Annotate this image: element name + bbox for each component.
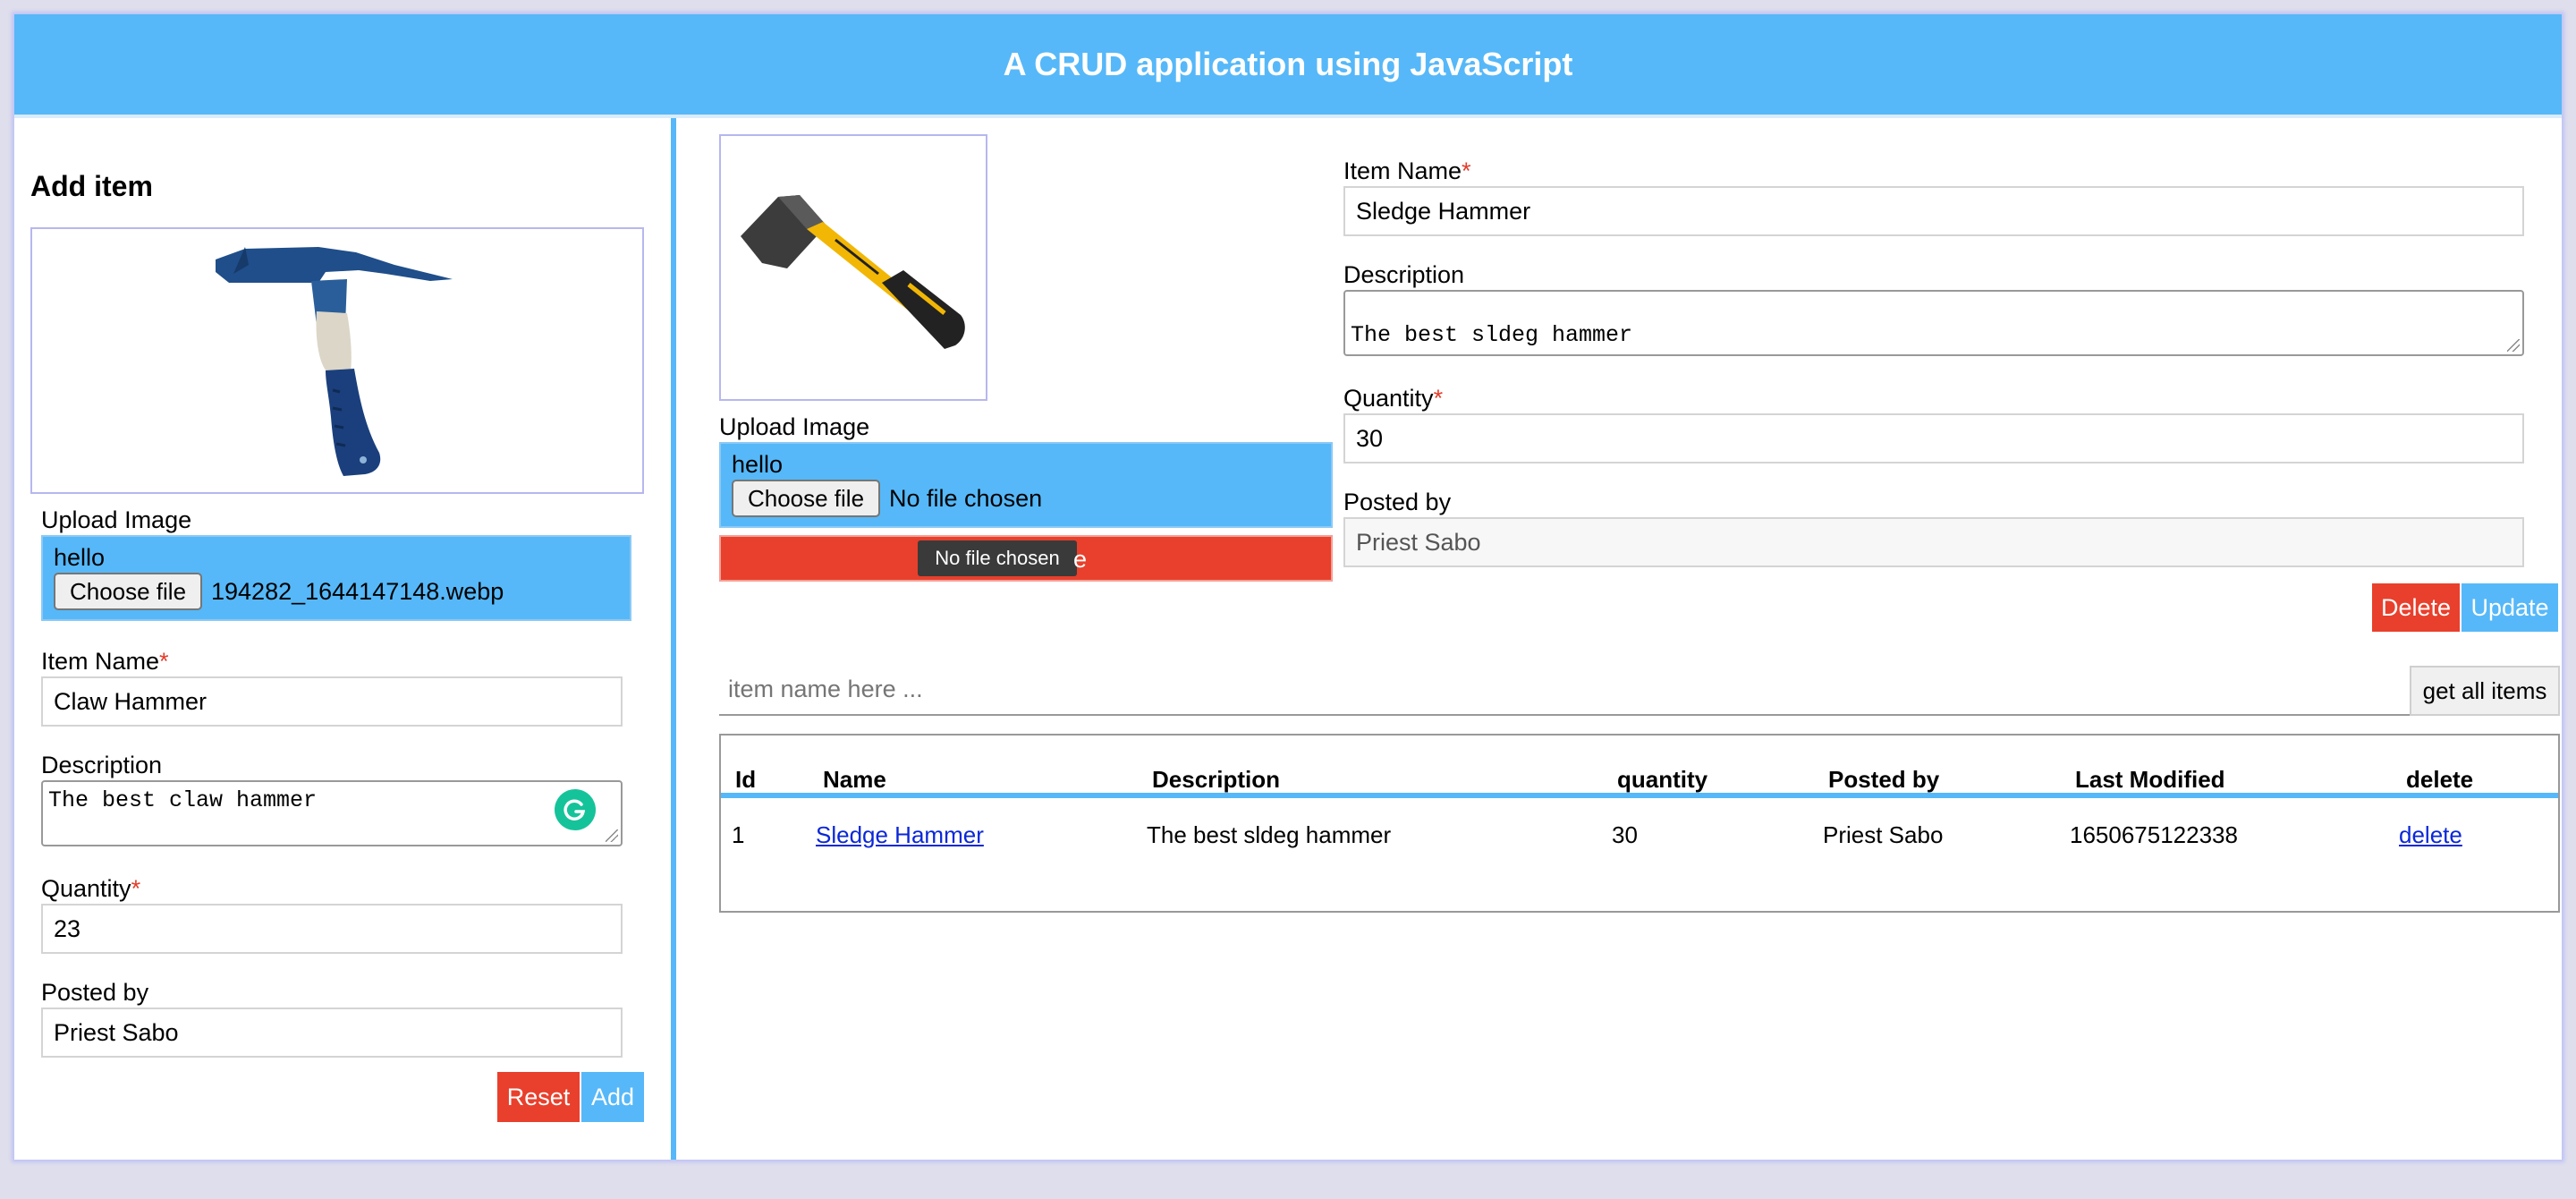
edit-quantity-input[interactable]: 30 xyxy=(1343,413,2524,463)
edit-item-image-preview xyxy=(719,134,987,401)
posted-by-label: Posted by xyxy=(41,979,149,1006)
quantity-label-text: Quantity xyxy=(41,875,131,902)
edit-posted-by-input: Priest Sabo xyxy=(1343,517,2524,567)
item-name-label-text: Item Name xyxy=(41,648,160,675)
item-name-label: Item Name* xyxy=(41,648,169,675)
grammarly-icon[interactable] xyxy=(555,789,596,830)
delete-button[interactable]: Delete xyxy=(2372,583,2460,632)
upload-image-label: Upload Image xyxy=(41,506,192,533)
textarea-resize-handle[interactable] xyxy=(606,829,618,842)
required-mark: * xyxy=(1462,157,1471,184)
app-header: A CRUD application using JavaScript xyxy=(14,14,2562,118)
row-quantity: 30 xyxy=(1612,821,1638,848)
item-name-value: Claw Hammer xyxy=(54,687,208,715)
edit-upload-image-label: Upload Image xyxy=(719,413,870,440)
posted-by-input[interactable]: Priest Sabo xyxy=(41,1008,623,1058)
edit-upload-hello-text: hello xyxy=(732,451,784,478)
edit-posted-by-value: Priest Sabo xyxy=(1356,528,1481,556)
edit-quantity-label: Quantity* xyxy=(1343,385,1443,412)
no-file-tooltip: No file chosen xyxy=(918,540,1077,576)
column-header-delete: delete xyxy=(2406,766,2474,793)
column-header-name: Name xyxy=(823,766,886,793)
textarea-resize-handle[interactable] xyxy=(2507,339,2520,352)
edit-description-value: The best sldeg hammer xyxy=(1351,322,1633,348)
quantity-label: Quantity* xyxy=(41,875,140,902)
column-header-last-modified: Last Modified xyxy=(2075,766,2225,793)
column-header-posted-by: Posted by xyxy=(1828,766,1940,793)
add-item-image-preview xyxy=(30,227,644,494)
edit-posted-by-label: Posted by xyxy=(1343,489,1452,515)
edit-item-name-label-text: Item Name xyxy=(1343,157,1462,184)
row-id: 1 xyxy=(732,821,745,848)
edit-upload-image-box[interactable]: hello Choose file No file chosen xyxy=(719,442,1333,528)
search-input-field[interactable] xyxy=(719,664,2445,714)
edit-description-label: Description xyxy=(1343,261,1465,288)
edit-quantity-label-text: Quantity xyxy=(1343,385,1434,412)
sledge-hammer-image xyxy=(741,195,965,349)
row-delete-link[interactable]: delete xyxy=(2399,821,2462,849)
search-input[interactable] xyxy=(719,664,2445,716)
claw-hammer-image xyxy=(216,247,453,476)
edit-item-name-input[interactable]: Sledge Hammer xyxy=(1343,186,2524,236)
edit-chosen-file-name: No file chosen xyxy=(889,485,1043,512)
required-mark: * xyxy=(1433,385,1444,412)
page-title: A CRUD application using JavaScript xyxy=(1003,46,1573,82)
grammarly-g-icon xyxy=(564,799,586,821)
edit-item-name-label: Item Name* xyxy=(1343,157,1471,184)
update-button[interactable]: Update xyxy=(2462,583,2558,632)
chosen-file-name: 194282_1644147148.webp xyxy=(211,578,504,605)
edit-quantity-value: 30 xyxy=(1356,424,1384,452)
item-name-input[interactable]: Claw Hammer xyxy=(41,676,623,727)
posted-by-value: Priest Sabo xyxy=(54,1018,179,1046)
quantity-value: 23 xyxy=(54,914,81,942)
get-all-items-button[interactable]: get all items xyxy=(2410,666,2560,716)
add-button[interactable]: Add xyxy=(581,1072,644,1122)
add-item-panel: Add item Upload Image hello Choose file … xyxy=(14,118,671,1160)
row-description: The best sldeg hammer xyxy=(1147,821,1392,848)
upload-hello-text: hello xyxy=(54,544,106,571)
items-table: Id Name Description quantity Posted by L… xyxy=(719,734,2560,913)
choose-file-button[interactable]: Choose file xyxy=(54,573,202,610)
edit-item-panel: Upload Image hello Choose file No file c… xyxy=(676,118,2562,1160)
row-posted-by: Priest Sabo xyxy=(1823,821,1944,848)
reset-button[interactable]: Reset xyxy=(497,1072,580,1122)
column-header-quantity: quantity xyxy=(1617,766,1708,793)
app-window: A CRUD application using JavaScript Add … xyxy=(14,14,2562,1160)
upload-image-box[interactable]: hello Choose file 194282_1644147148.webp xyxy=(41,535,631,621)
tooltip-overflow-text: e xyxy=(1073,546,1088,573)
column-header-id: Id xyxy=(735,766,757,793)
description-textarea[interactable]: The best claw hammer xyxy=(41,780,623,846)
row-name-link[interactable]: Sledge Hammer xyxy=(816,821,984,849)
edit-item-name-value: Sledge Hammer xyxy=(1356,197,1531,225)
quantity-input[interactable]: 23 xyxy=(41,904,623,954)
description-value: The best claw hammer xyxy=(48,787,318,813)
edit-choose-file-button[interactable]: Choose file xyxy=(732,480,880,517)
edit-description-textarea[interactable]: The best sldeg hammer xyxy=(1343,290,2524,356)
row-last-modified: 1650675122338 xyxy=(2070,821,2238,848)
required-mark: * xyxy=(159,648,169,675)
required-mark: * xyxy=(131,875,141,902)
add-item-title: Add item xyxy=(30,170,153,202)
column-header-description: Description xyxy=(1152,766,1281,793)
description-label: Description xyxy=(41,752,163,778)
